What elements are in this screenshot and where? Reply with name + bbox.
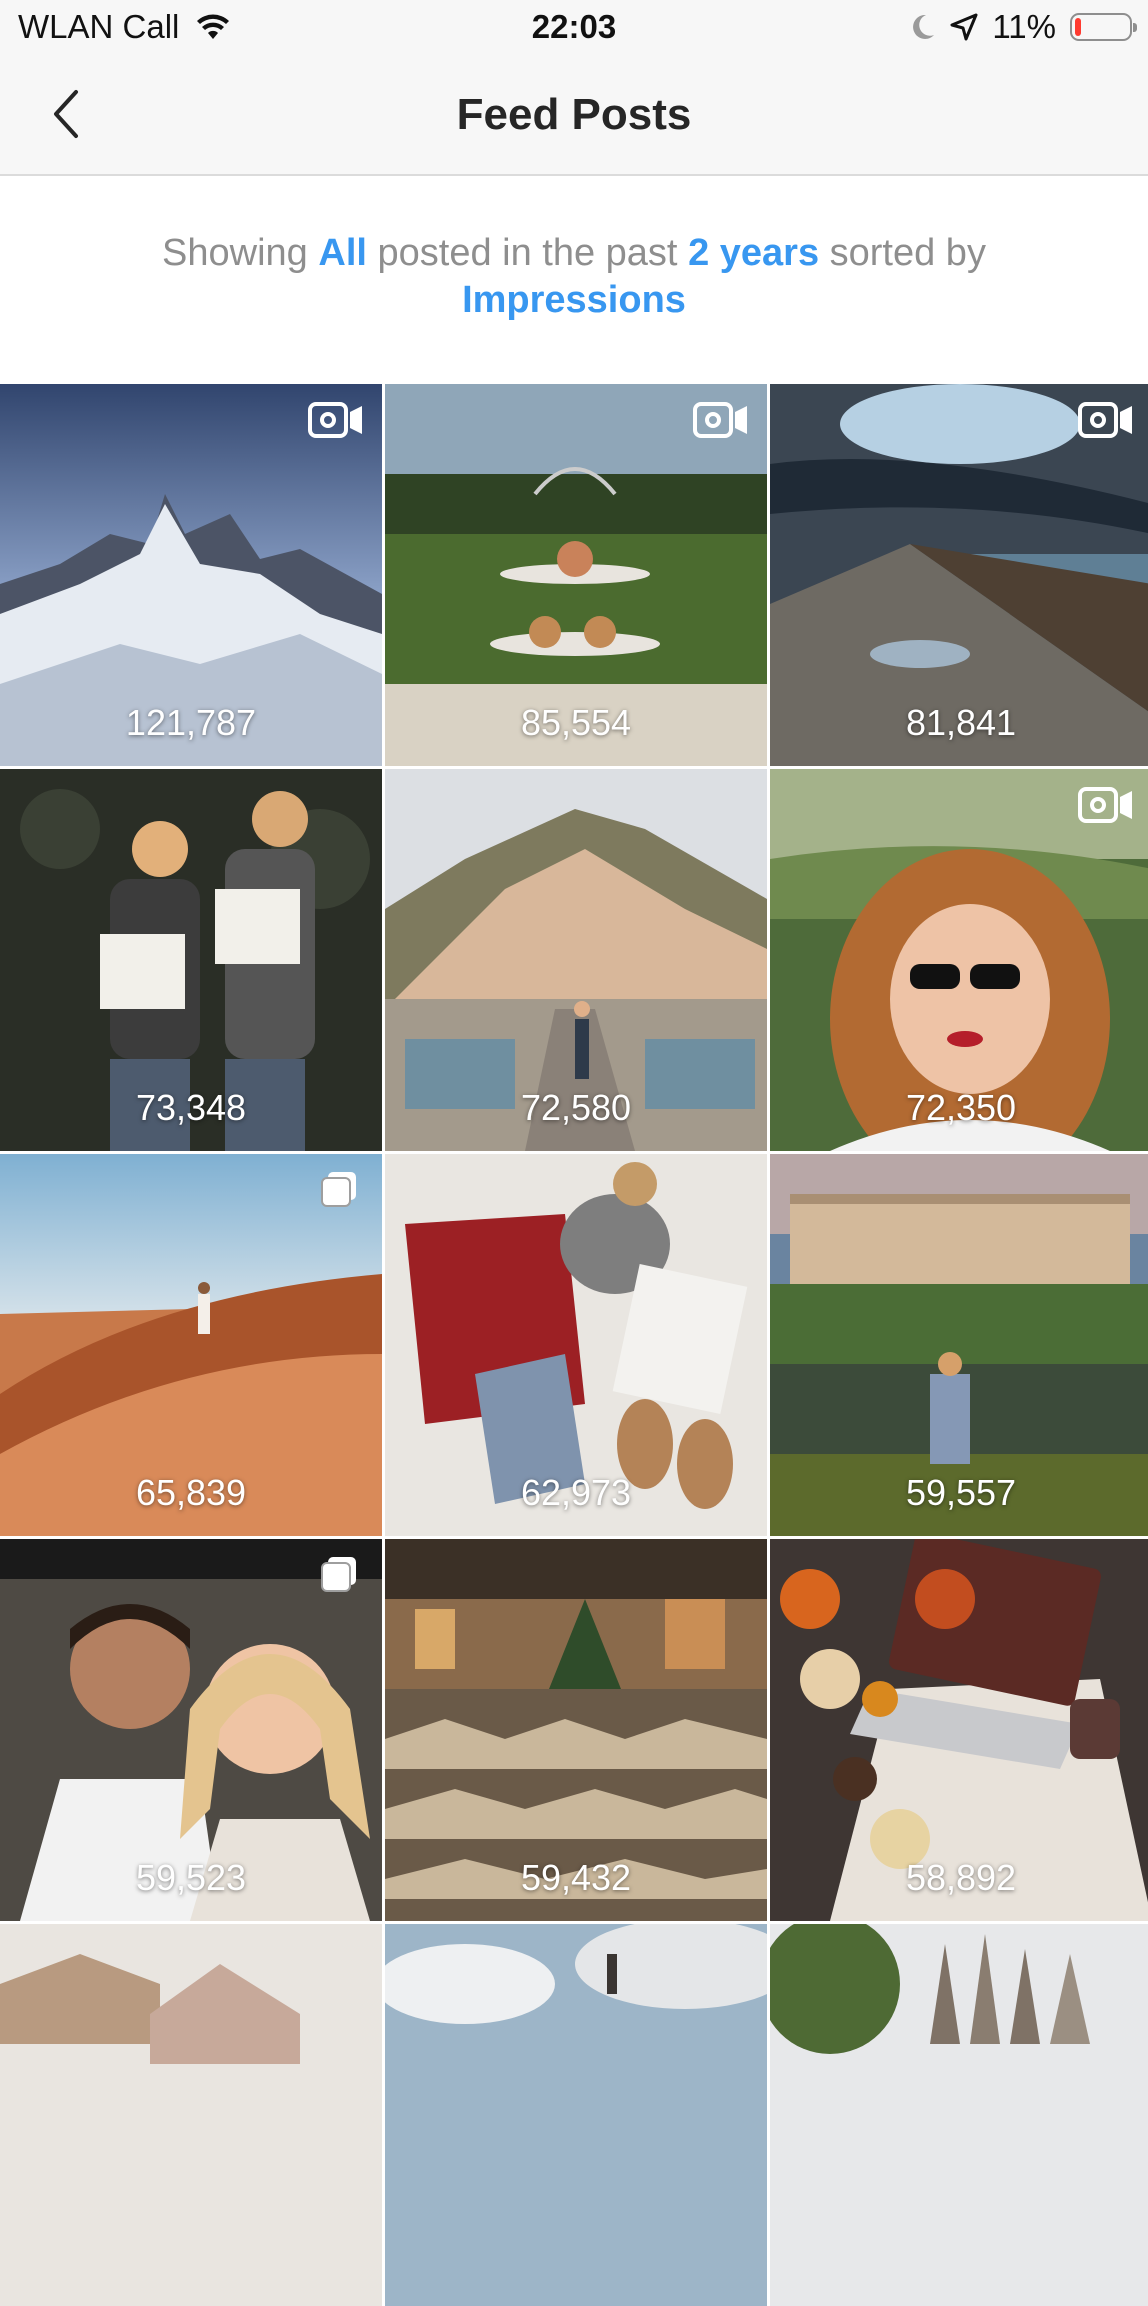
video-icon [308, 402, 362, 438]
filter-period-link[interactable]: 2 years [688, 232, 819, 274]
post-impressions: 59,432 [520, 1857, 632, 1898]
battery-level [1075, 18, 1081, 36]
status-bar: WLAN Call 22:03 11% [0, 0, 1148, 58]
post-tile[interactable]: 72,350 [770, 769, 1148, 1151]
page-title: Feed Posts [456, 90, 692, 139]
post-thumbnail-carousel-building [0, 1924, 382, 2306]
filter-sort-link[interactable]: Impressions [462, 279, 686, 321]
post-impressions: 81,841 [905, 702, 1017, 743]
post-tile[interactable] [0, 1924, 382, 2306]
status-right: 11% [910, 8, 1137, 46]
post-tile[interactable]: 58,892 [770, 1539, 1148, 1921]
filter-type-link[interactable]: All [318, 232, 367, 274]
video-icon [693, 402, 747, 438]
post-thumbnail-cloudy-sky [385, 1924, 767, 2306]
post-tile[interactable]: 73,348 [0, 769, 382, 1151]
post-tile[interactable]: 85,554 [385, 384, 767, 766]
post-tile[interactable] [770, 1924, 1148, 2306]
post-tile[interactable]: 65,839 [0, 1154, 382, 1536]
post-tile[interactable]: 72,580 [385, 769, 767, 1151]
filter-prefix: Showing [162, 232, 308, 274]
post-impressions: 59,523 [135, 1857, 247, 1898]
battery-percent: 11% [992, 8, 1056, 45]
post-impressions: 59,557 [905, 1472, 1017, 1513]
video-icon [1078, 402, 1132, 438]
moon-icon [913, 14, 935, 39]
post-impressions: 62,973 [520, 1472, 632, 1513]
post-tile[interactable] [385, 1924, 767, 2306]
post-tile[interactable]: 59,523 [0, 1539, 382, 1921]
post-impressions: 65,839 [135, 1472, 247, 1513]
video-icon [1078, 787, 1132, 823]
filter-summary: Showing All posted in the past 2 years s… [90, 230, 1058, 324]
navigation-bar: Feed Posts [0, 58, 1148, 176]
post-tile[interactable]: 81,841 [770, 384, 1148, 766]
post-tile[interactable]: 59,432 [385, 1539, 767, 1921]
carousel-icon [321, 1172, 356, 1207]
post-impressions: 121,787 [125, 702, 257, 743]
carousel-icon [321, 1557, 356, 1592]
post-impressions: 58,892 [905, 1857, 1017, 1898]
post-impressions: 72,350 [905, 1087, 1017, 1128]
post-impressions: 85,554 [520, 702, 632, 743]
post-tile[interactable]: 121,787 [0, 384, 382, 766]
filter-suffix: sorted by [829, 232, 986, 274]
post-impressions: 72,580 [520, 1087, 632, 1128]
location-arrow-icon [950, 13, 978, 41]
post-impressions: 73,348 [135, 1087, 247, 1128]
battery-icon [1070, 13, 1137, 41]
post-tile[interactable]: 62,973 [385, 1154, 767, 1536]
filter-middle: posted in the past [377, 232, 678, 274]
post-thumbnail-sagrada-familia [770, 1924, 1148, 2306]
post-tile[interactable]: 59,557 [770, 1154, 1148, 1536]
